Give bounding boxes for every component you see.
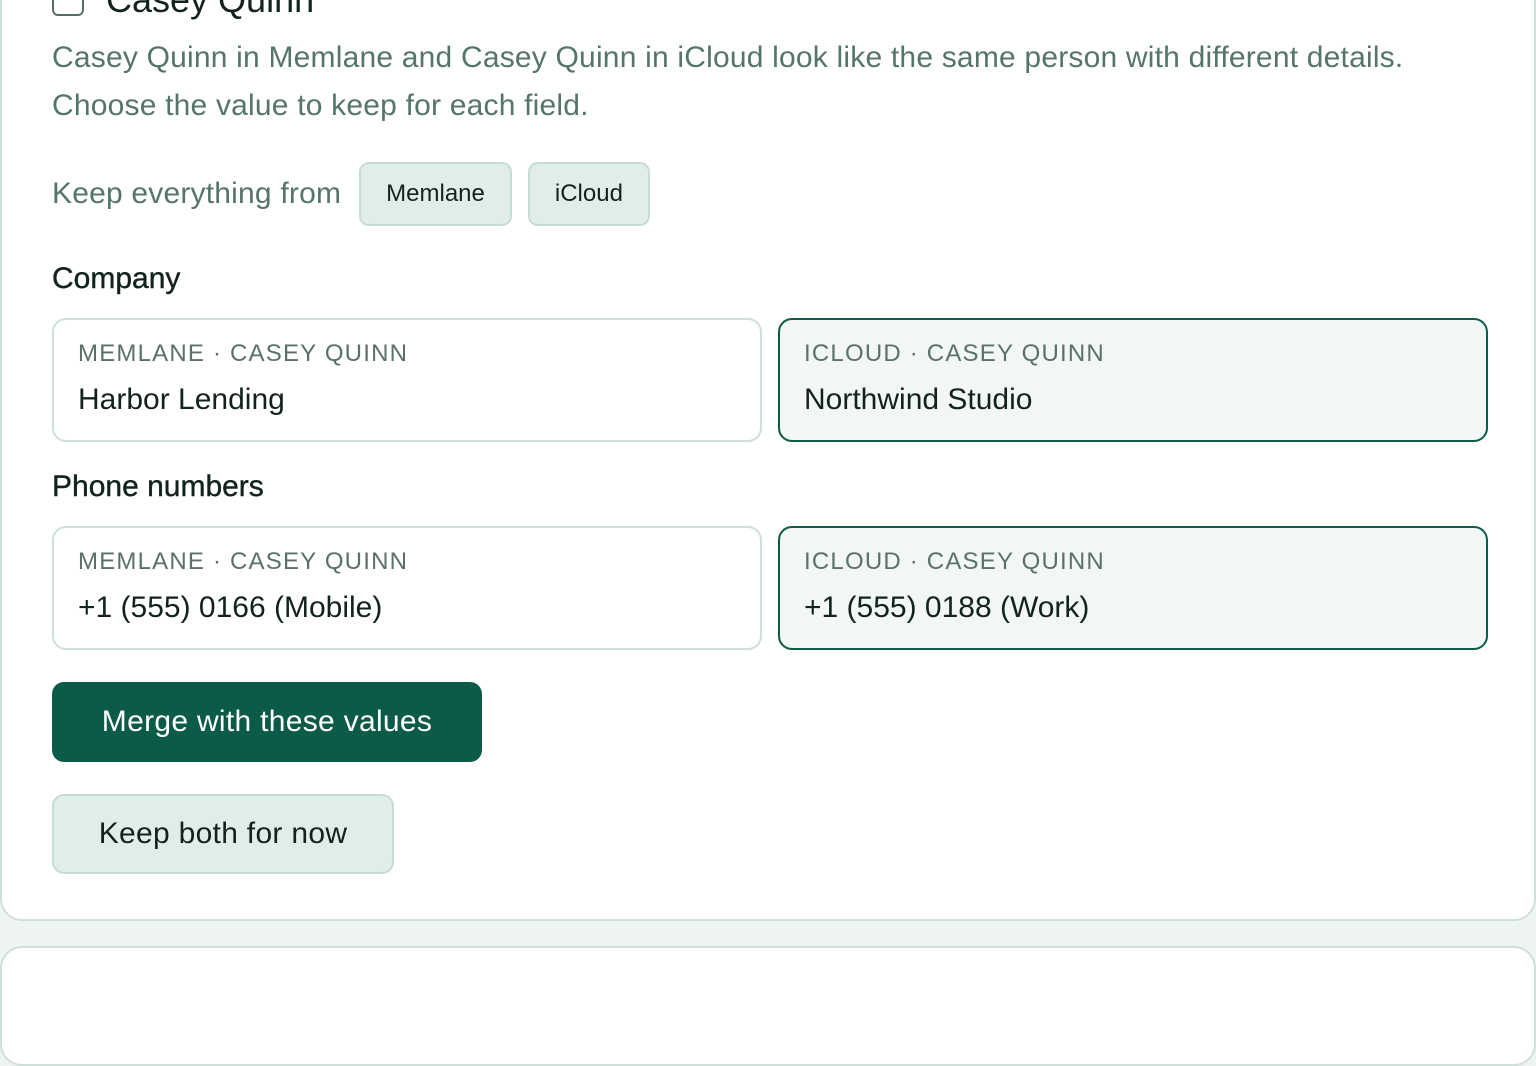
contact-header: Casey Quinn (52, 0, 314, 20)
select-contact-checkbox[interactable] (52, 0, 84, 16)
phone-field-title: Phone numbers (52, 470, 264, 503)
option-value: +1 (555) 0166 (Mobile) (78, 591, 383, 624)
company-field-title: Company (52, 262, 181, 295)
next-card (0, 946, 1536, 1066)
option-source-label: ICLOUD · CASEY QUINN (804, 340, 1105, 367)
company-option-memlane[interactable]: MEMLANE · CASEY QUINN Harbor Lending (52, 318, 762, 442)
option-source-label: MEMLANE · CASEY QUINN (78, 340, 409, 367)
duplicate-conflict-card: Casey Quinn Casey Quinn in Memlane and C… (0, 0, 1536, 921)
option-value: Northwind Studio (804, 383, 1033, 416)
phone-option-icloud[interactable]: ICLOUD · CASEY QUINN +1 (555) 0188 (Work… (778, 526, 1488, 650)
contact-name: Casey Quinn (106, 0, 314, 20)
option-source-label: ICLOUD · CASEY QUINN (804, 548, 1105, 575)
keep-both-button[interactable]: Keep both for now (52, 794, 394, 874)
merge-button[interactable]: Merge with these values (52, 682, 482, 762)
keep-everything-label: Keep everything from (52, 177, 342, 210)
keep-memlane-button[interactable]: Memlane (359, 162, 512, 226)
keep-icloud-button[interactable]: iCloud (527, 162, 650, 226)
conflict-description: Casey Quinn in Memlane and Casey Quinn i… (52, 41, 1404, 122)
keep-everything-row: Keep everything from Memlane iCloud (52, 162, 650, 226)
phone-option-memlane[interactable]: MEMLANE · CASEY QUINN +1 (555) 0166 (Mob… (52, 526, 762, 650)
company-option-icloud[interactable]: ICLOUD · CASEY QUINN Northwind Studio (778, 318, 1488, 442)
option-source-label: MEMLANE · CASEY QUINN (78, 548, 409, 575)
option-value: Harbor Lending (78, 383, 285, 416)
option-value: +1 (555) 0188 (Work) (804, 591, 1090, 624)
